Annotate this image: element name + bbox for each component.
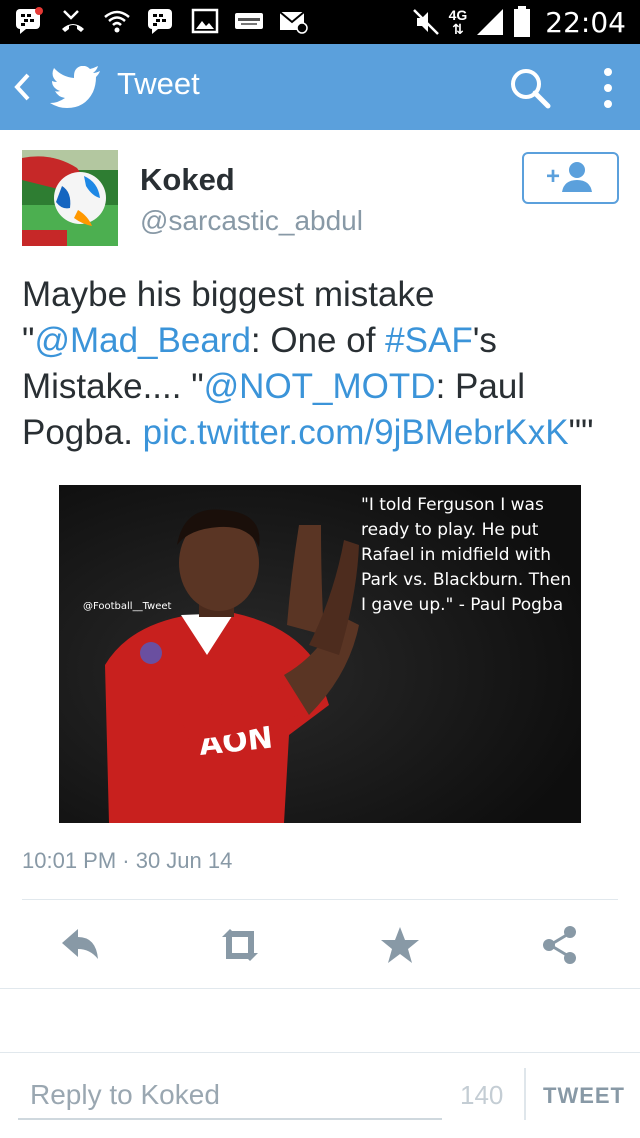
tweet-text-part: : One of <box>250 321 386 360</box>
notification-icons <box>14 7 308 35</box>
signal-icon <box>477 9 504 35</box>
tweet-timestamp: 10:01 PM · 30 Jun 14 <box>22 848 233 873</box>
hashtag-link[interactable]: #SAF <box>385 321 473 360</box>
photo-quote: "I told Ferguson I was ready to play. He… <box>361 495 572 615</box>
network-type: 4G ⇅ <box>448 7 468 37</box>
mention-link[interactable]: @NOT_MOTD <box>204 367 436 406</box>
missed-call-icon <box>62 10 84 32</box>
search-icon[interactable] <box>508 66 552 110</box>
status-bar: 4G ⇅ 22:04 <box>0 0 640 44</box>
page-title: Tweet <box>117 66 200 101</box>
eurosport-icon <box>235 13 263 29</box>
clock: 22:04 <box>545 5 626 39</box>
tweet-text-part: Maybe his biggest mistake <box>22 275 435 314</box>
author-handle[interactable]: @sarcastic_abdul <box>140 205 363 237</box>
mail-icon <box>279 11 308 34</box>
reply-input[interactable] <box>18 1072 442 1120</box>
divider <box>524 1068 526 1120</box>
status-right: 4G ⇅ 22:04 <box>411 0 626 44</box>
app-bar: Tweet <box>0 44 640 130</box>
watermark: @Football__Tweet <box>83 601 172 612</box>
gallery-icon <box>191 8 219 34</box>
author-name[interactable]: Koked <box>140 162 235 198</box>
tweet-button[interactable]: TWEET <box>538 1072 630 1120</box>
divider <box>22 899 618 900</box>
battery-icon <box>514 6 531 37</box>
wifi-question-icon <box>104 10 130 33</box>
follow-button[interactable]: + <box>522 152 619 204</box>
retweet-icon[interactable] <box>218 923 262 967</box>
tweet-text-part: "" <box>568 413 594 452</box>
reply-icon[interactable] <box>58 923 102 967</box>
back-icon[interactable] <box>12 71 32 103</box>
tweet-text: Maybe his biggest mistake "@Mad_Beard: O… <box>22 272 622 456</box>
more-icon[interactable] <box>600 66 616 110</box>
mention-link[interactable]: @Mad_Beard <box>34 321 250 360</box>
mute-icon <box>412 9 439 35</box>
divider <box>0 988 640 989</box>
twitter-bird-icon[interactable] <box>50 66 102 108</box>
favorite-icon[interactable] <box>378 923 422 967</box>
bbm-icon <box>148 9 172 34</box>
svg-text:+: + <box>546 163 560 190</box>
share-icon[interactable] <box>538 923 582 967</box>
tweet-text-part: " <box>22 321 35 360</box>
add-user-icon: + <box>546 162 592 192</box>
divider <box>0 1052 640 1053</box>
bbm-icon <box>16 7 43 34</box>
pic-link[interactable]: pic.twitter.com/9jBMebrKxK <box>143 413 569 452</box>
avatar[interactable] <box>22 150 118 246</box>
tweet-photo[interactable]: AON @Football__Tweet "I told Ferguson I … <box>59 485 581 823</box>
tweet-actions <box>0 915 640 975</box>
char-count: 140 <box>460 1080 504 1110</box>
